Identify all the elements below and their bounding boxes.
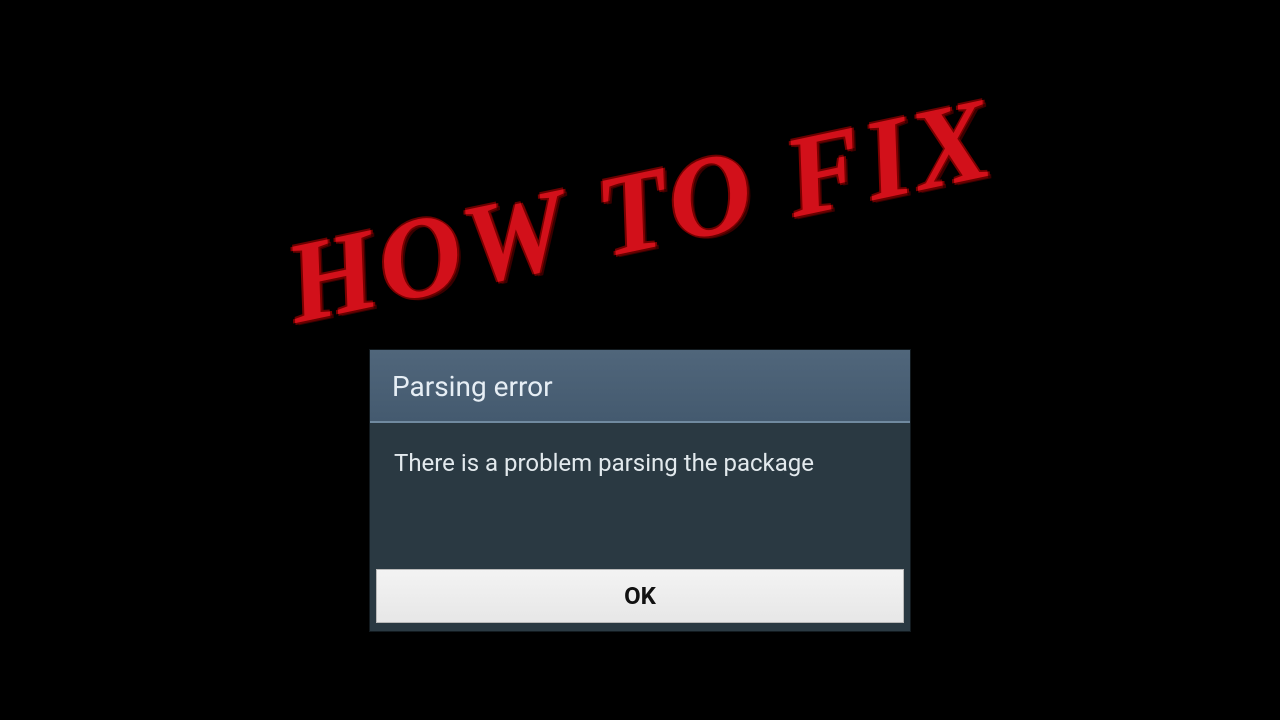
dialog-message: There is a problem parsing the package	[370, 423, 910, 563]
dialog-title: Parsing error	[370, 350, 910, 423]
overlay-title: HOW TO FIX	[274, 72, 1005, 351]
ok-button[interactable]: OK	[376, 569, 904, 623]
dialog-footer: OK	[370, 563, 910, 631]
screen: HOW TO FIX Parsing error There is a prob…	[0, 0, 1280, 720]
error-dialog: Parsing error There is a problem parsing…	[370, 350, 910, 631]
